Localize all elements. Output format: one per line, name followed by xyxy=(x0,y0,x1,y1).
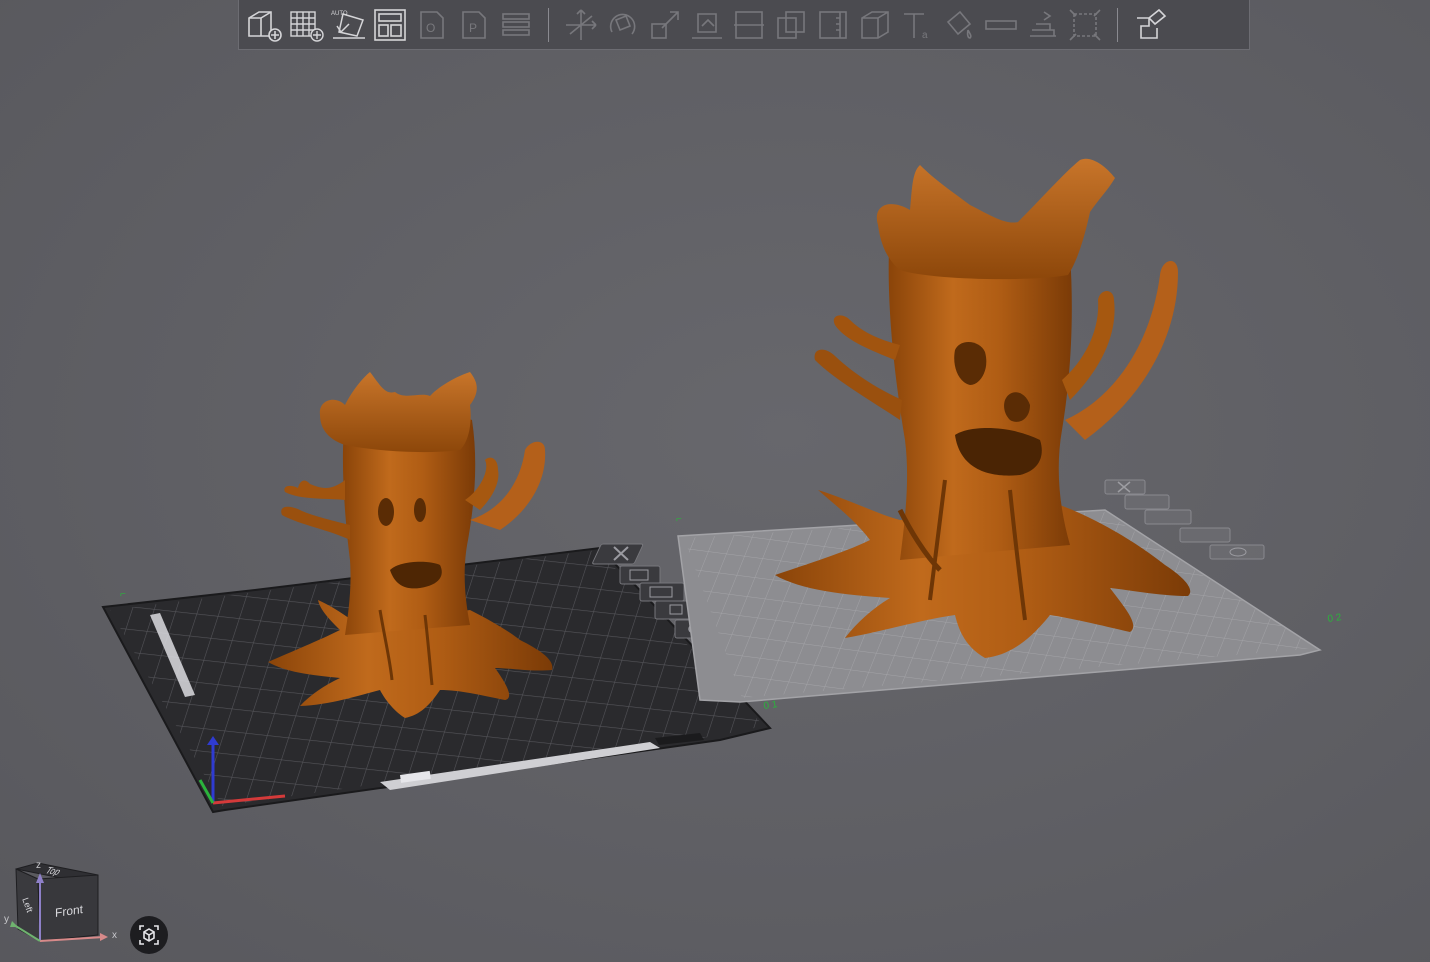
delete-plate-icon[interactable] xyxy=(592,543,644,565)
move-icon xyxy=(566,8,597,40)
arrange-plate-icon[interactable] xyxy=(1144,509,1192,525)
rotate-button[interactable] xyxy=(602,4,644,46)
fuzzy-skin-icon xyxy=(1069,8,1101,41)
axis-x-label: x xyxy=(112,930,117,941)
assembly-view-icon xyxy=(1137,8,1167,39)
lay-on-face-button[interactable] xyxy=(686,4,728,46)
axis-y-label: y xyxy=(4,914,9,925)
arrange-layout-icon xyxy=(374,8,406,41)
scale-icon xyxy=(651,10,679,39)
svg-text:0 1: 0 1 xyxy=(763,699,779,712)
auto-orient-button[interactable]: AUTO xyxy=(327,4,369,46)
text-button[interactable]: a xyxy=(896,4,938,46)
svg-text:P: P xyxy=(469,21,477,35)
auto-orient-icon: AUTO xyxy=(331,11,365,39)
brim-ears-button[interactable] xyxy=(1022,4,1064,46)
zoom-to-fit-button[interactable] xyxy=(130,916,168,954)
orient-plate-icon[interactable] xyxy=(619,565,661,585)
add-model-button[interactable] xyxy=(243,4,285,46)
split-parts-icon: P xyxy=(462,10,486,39)
toolbar-separator xyxy=(1117,7,1118,42)
axis-z-label: z xyxy=(36,860,41,871)
color-paint-button[interactable] xyxy=(938,4,980,46)
brim-ears-icon xyxy=(1030,10,1056,37)
split-objects-icon: O xyxy=(420,10,444,39)
support-paint-button[interactable] xyxy=(854,4,896,46)
svg-text:0 2: 0 2 xyxy=(1327,612,1343,625)
split-objects-button[interactable]: O xyxy=(411,4,453,46)
support-paint-icon xyxy=(861,10,889,39)
add-plate-button[interactable] xyxy=(285,4,327,46)
3d-viewport[interactable]: ⌐ 0 1 ⌐ 0 2 AUTO O P a Front Top Left z … xyxy=(0,0,1430,962)
seam-paint-button[interactable] xyxy=(980,4,1022,46)
tree-model-large[interactable] xyxy=(775,158,1191,658)
rotate-icon xyxy=(609,13,636,35)
cut-button[interactable] xyxy=(728,4,770,46)
color-paint-icon xyxy=(946,10,972,39)
move-button[interactable] xyxy=(560,4,602,46)
delete-plate-icon[interactable] xyxy=(1104,479,1146,495)
fuzzy-skin-button[interactable] xyxy=(1064,4,1106,46)
assembly-view-button[interactable] xyxy=(1129,4,1171,46)
arrange-button[interactable] xyxy=(369,4,411,46)
cube-plus-icon xyxy=(248,10,282,42)
split-parts-button[interactable]: P xyxy=(453,4,495,46)
plate-settings-icon[interactable] xyxy=(1209,544,1265,560)
boolean-button[interactable] xyxy=(770,4,812,46)
text-icon: a xyxy=(904,12,928,41)
layers-icon xyxy=(502,12,530,36)
cut-icon xyxy=(734,10,764,39)
seam-paint-icon xyxy=(985,19,1017,30)
orient-plate-icon[interactable] xyxy=(1124,494,1170,510)
arrange-plate-icon[interactable] xyxy=(639,582,685,602)
boolean-icon xyxy=(777,10,805,39)
toolbar-separator xyxy=(548,7,549,42)
svg-text:⌐: ⌐ xyxy=(120,589,126,600)
grid-plus-icon xyxy=(290,10,324,42)
svg-text:⌐: ⌐ xyxy=(676,514,682,525)
measure-button[interactable] xyxy=(812,4,854,46)
build-scene[interactable]: ⌐ 0 1 ⌐ 0 2 xyxy=(0,0,1430,962)
zoom-fit-cube-icon xyxy=(139,925,159,945)
svg-text:a: a xyxy=(922,30,928,41)
scale-button[interactable] xyxy=(644,4,686,46)
tree-model-small[interactable] xyxy=(268,372,553,718)
lay-on-face-icon xyxy=(692,12,722,39)
svg-text:O: O xyxy=(426,21,435,35)
measure-icon xyxy=(819,10,847,39)
layers-button[interactable] xyxy=(495,4,537,46)
main-toolbar: AUTO O P a xyxy=(238,0,1250,50)
lock-plate-icon[interactable] xyxy=(1179,527,1231,543)
